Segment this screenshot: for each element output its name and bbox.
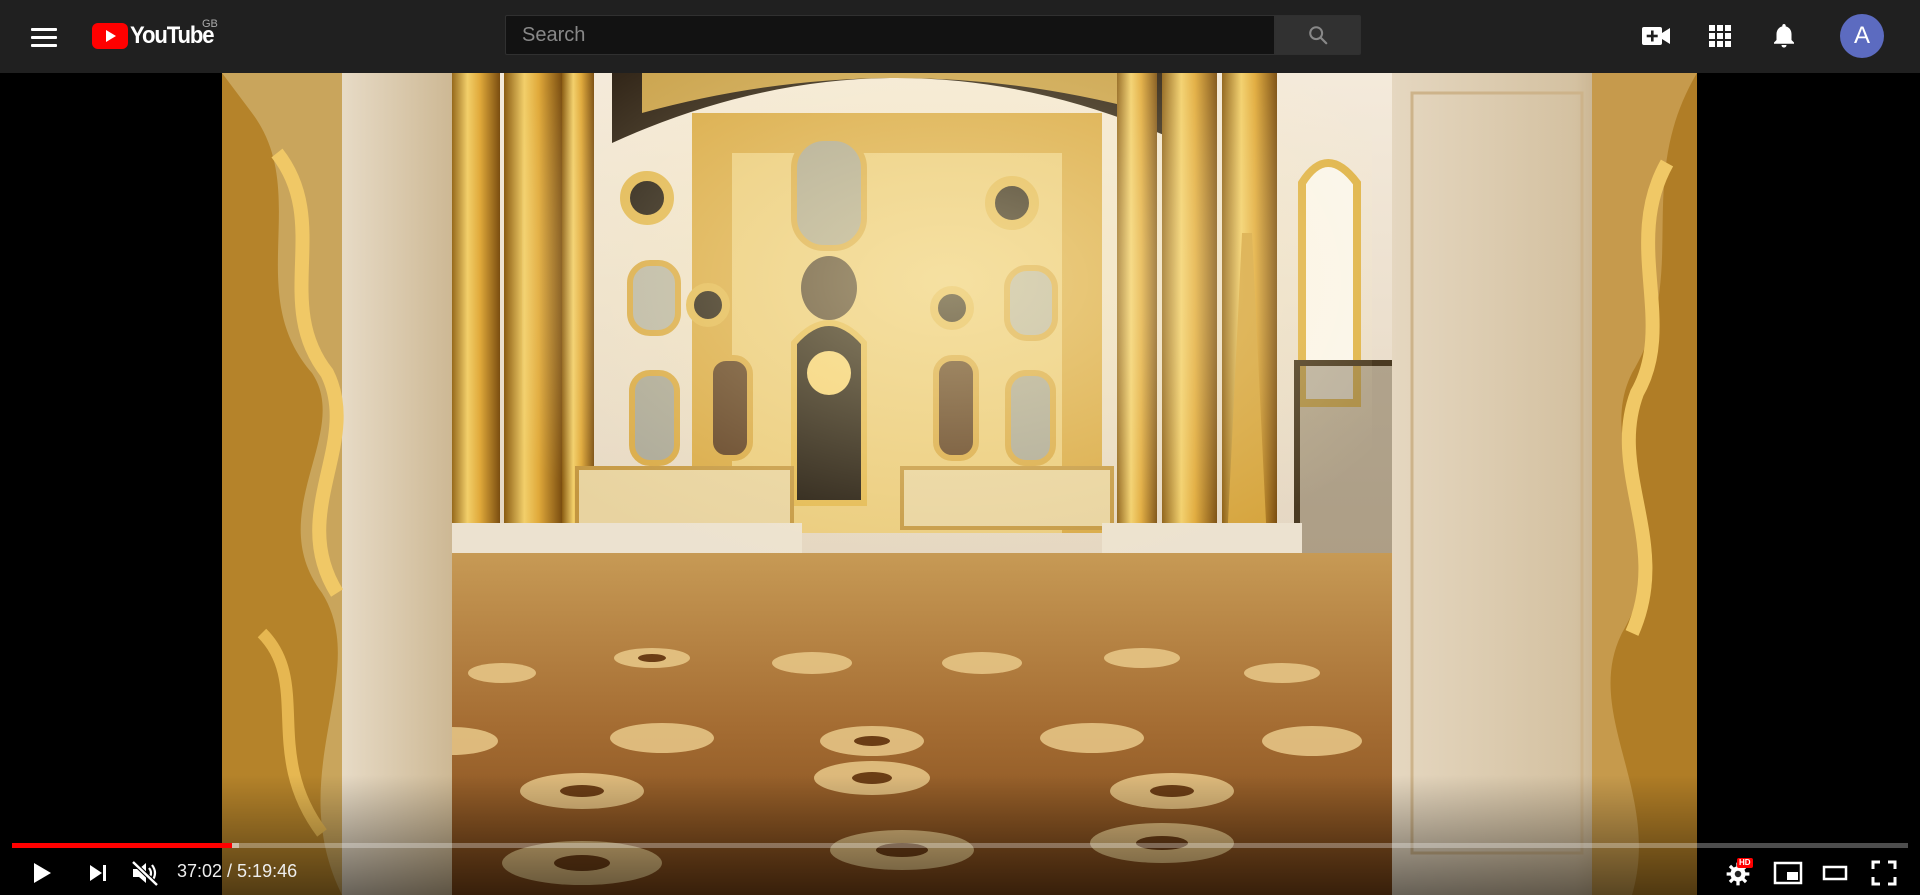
bell-icon xyxy=(1774,24,1794,48)
video-player[interactable]: 37:02 / 5:19:46 HD xyxy=(0,73,1920,895)
youtube-play-logo-icon xyxy=(92,23,128,49)
next-button[interactable] xyxy=(78,855,118,891)
theater-mode-icon xyxy=(1822,865,1848,881)
hd-badge: HD xyxy=(1737,858,1753,868)
play-icon xyxy=(34,863,51,883)
play-button[interactable] xyxy=(22,855,62,891)
apps-grid-icon xyxy=(1709,25,1731,47)
logo-text: YouTube xyxy=(130,22,215,49)
miniplayer-icon xyxy=(1773,861,1803,885)
volume-muted-icon xyxy=(131,860,159,887)
search-button[interactable] xyxy=(1275,15,1361,55)
settings-button[interactable]: HD xyxy=(1722,855,1758,891)
fullscreen-icon xyxy=(1871,860,1897,886)
youtube-logo[interactable]: YouTube GB xyxy=(92,18,221,50)
fullscreen-button[interactable] xyxy=(1866,855,1902,891)
mute-button[interactable] xyxy=(124,855,166,891)
time-display: 37:02 / 5:19:46 xyxy=(177,861,298,881)
notifications-button[interactable] xyxy=(1766,18,1802,54)
video-frame[interactable] xyxy=(222,73,1697,895)
search-icon xyxy=(1309,26,1328,45)
search-box xyxy=(505,15,1275,55)
create-video-icon xyxy=(1642,27,1670,45)
next-icon xyxy=(90,865,106,881)
progress-bar[interactable] xyxy=(12,843,1908,848)
theater-mode-button[interactable] xyxy=(1817,855,1853,891)
avatar[interactable]: A xyxy=(1840,14,1884,58)
masthead: YouTube GB A xyxy=(0,0,1920,73)
apps-button[interactable] xyxy=(1702,18,1738,54)
menu-icon[interactable] xyxy=(26,22,62,52)
video-still-palace-hall xyxy=(222,73,1697,895)
miniplayer-button[interactable] xyxy=(1770,855,1806,891)
search-input[interactable] xyxy=(506,22,1274,48)
progress-played xyxy=(12,843,232,848)
create-video-button[interactable] xyxy=(1638,18,1674,54)
country-code: GB xyxy=(202,18,218,30)
